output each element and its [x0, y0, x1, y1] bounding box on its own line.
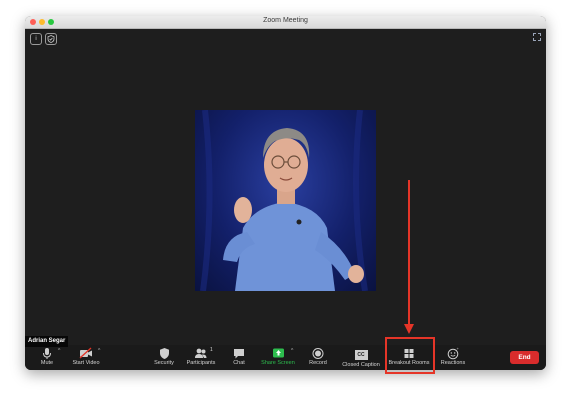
- participant-photo: [200, 110, 368, 291]
- audio-options-chevron-icon[interactable]: ^: [58, 348, 60, 354]
- record-label: Record: [309, 360, 327, 366]
- info-icon: i: [35, 36, 37, 42]
- chat-label: Chat: [233, 360, 245, 366]
- share-options-chevron-icon[interactable]: ^: [291, 348, 293, 354]
- record-icon: [312, 348, 324, 359]
- reactions-smiley-icon: +: [447, 347, 459, 360]
- share-screen-icon: [272, 348, 284, 358]
- participants-count: 1: [210, 347, 213, 353]
- start-video-label: Start Video: [72, 360, 100, 366]
- closed-caption-label: Closed Caption: [342, 362, 380, 368]
- record-button[interactable]: Record: [307, 347, 329, 369]
- title-bar: Zoom Meeting: [25, 16, 546, 29]
- security-label: Security: [154, 360, 174, 366]
- security-button[interactable]: Security: [152, 347, 176, 369]
- participants-button[interactable]: 1 Participants: [183, 347, 219, 369]
- annotation-arrow-head: [404, 324, 414, 334]
- encryption-button[interactable]: [45, 33, 57, 45]
- reactions-label: Reactions: [440, 360, 466, 366]
- annotation-arrow-line: [408, 180, 410, 326]
- microphone-icon: [43, 348, 51, 359]
- shield-icon: [159, 348, 169, 359]
- meeting-toolbar: Adrian Segar Mute ^ Start Video ^ Securi…: [25, 336, 546, 370]
- shield-check-icon: [47, 35, 55, 43]
- fullscreen-icon: [533, 33, 541, 41]
- meeting-info-button[interactable]: i: [30, 33, 42, 45]
- participants-icon: [195, 348, 207, 358]
- participant-name-tag: Adrian Segar: [25, 336, 69, 347]
- chat-bubble-icon: [234, 349, 244, 359]
- annotation-highlight-box: [385, 337, 435, 374]
- fullscreen-button[interactable]: [533, 33, 541, 41]
- chat-button[interactable]: Chat: [229, 347, 249, 369]
- closed-caption-icon: CC: [354, 350, 368, 360]
- share-screen-label: Share Screen: [261, 360, 295, 366]
- video-options-chevron-icon[interactable]: ^: [98, 348, 100, 354]
- closed-caption-button[interactable]: CC Closed Caption: [339, 347, 383, 369]
- zoom-window: Zoom Meeting i Adrian Segar Mute ^ Start…: [25, 16, 546, 370]
- mute-button[interactable]: Mute: [37, 347, 57, 369]
- participants-label: Participants: [186, 360, 216, 366]
- end-meeting-button[interactable]: End: [510, 351, 539, 364]
- reactions-button[interactable]: + Reactions: [439, 347, 467, 369]
- video-stage: i: [25, 29, 546, 345]
- participant-video[interactable]: [195, 110, 376, 291]
- svg-text:+: +: [457, 347, 460, 351]
- mute-label: Mute: [40, 360, 54, 366]
- window-title: Zoom Meeting: [263, 17, 308, 24]
- video-camera-off-icon: [79, 347, 92, 359]
